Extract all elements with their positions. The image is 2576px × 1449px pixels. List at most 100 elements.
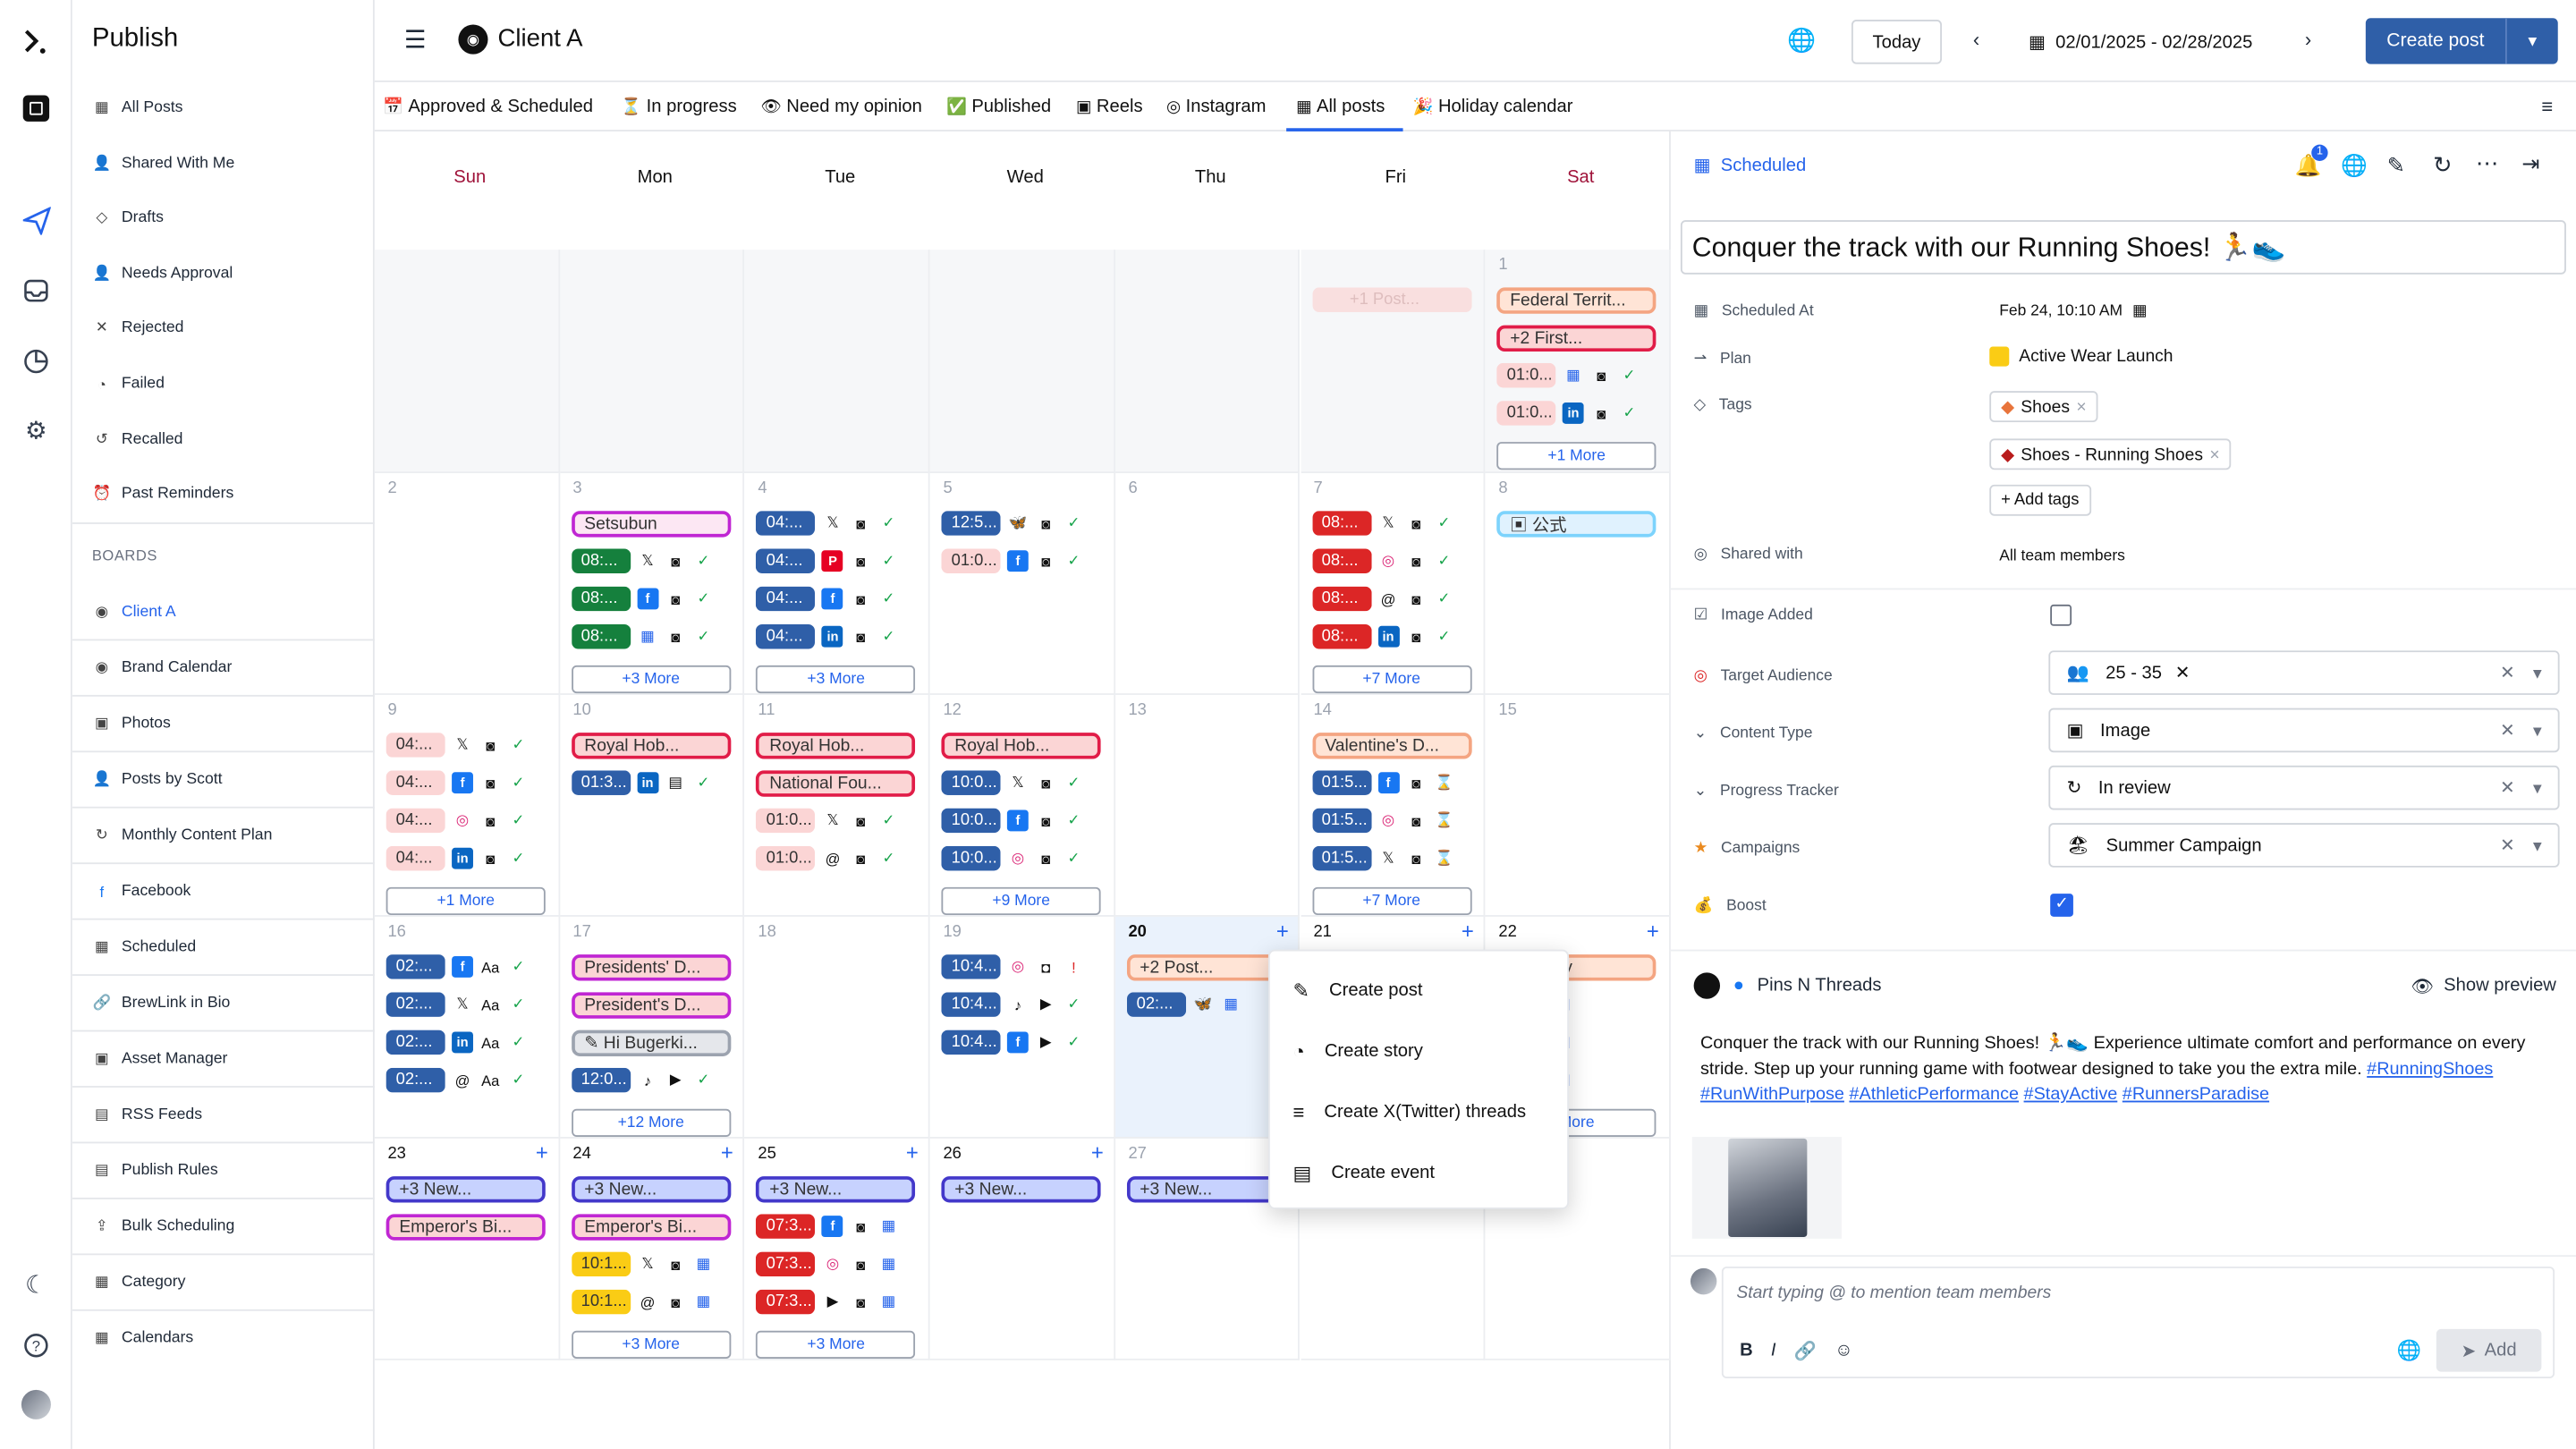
- sidebar-item-shared-with-me[interactable]: 👤 Shared With Me: [92, 154, 235, 172]
- calendar-day-cell[interactable]: 13: [1114, 694, 1301, 917]
- sidebar-item-drafts[interactable]: ◇ Drafts: [92, 209, 164, 227]
- italic-icon[interactable]: I: [1771, 1341, 1776, 1362]
- tab-need-my-opinion[interactable]: 👁 Need my opinion: [760, 97, 921, 116]
- settings-gear-icon[interactable]: ⚙: [18, 412, 54, 448]
- scheduled-post-chip[interactable]: 12:5... 🦋 ◙ ✓: [941, 511, 1085, 536]
- scheduled-post-chip[interactable]: 01:0... f ◙ ✓: [941, 548, 1085, 574]
- scheduled-post-chip[interactable]: 08:... ◎ ◙ ✓: [1311, 548, 1455, 574]
- scheduled-post-chip[interactable]: 08:... ▦ ◙ ✓: [571, 623, 715, 649]
- scheduled-post-chip[interactable]: 10:4... f ▶ ✓: [941, 1030, 1085, 1055]
- calendar-day-cell[interactable]: 23 + +3 New... Emperor's Bi...: [374, 1138, 560, 1360]
- sidebar-item-needs-approval[interactable]: 👤 Needs Approval: [92, 264, 233, 282]
- calendar-event[interactable]: Emperor's Bi...: [386, 1214, 546, 1241]
- calendar-day-cell[interactable]: [744, 250, 930, 473]
- scheduled-post-chip[interactable]: +1 Post...: [1311, 287, 1471, 312]
- scheduled-post-chip[interactable]: 07:3... ▶ ◙ ▦: [756, 1289, 900, 1315]
- tag-running-shoes[interactable]: ◆ Shoes - Running Shoes ×: [1989, 438, 2232, 470]
- calendar-event[interactable]: Emperor's Bi...: [571, 1214, 731, 1241]
- plan-value[interactable]: Active Wear Launch: [1989, 346, 2174, 367]
- calendar-event[interactable]: +3 New...: [571, 1176, 731, 1203]
- more-posts-button[interactable]: +7 More: [1311, 886, 1471, 916]
- calendar-event[interactable]: Presidents' D...: [571, 954, 731, 981]
- board-item-client-a[interactable]: ◉ Client A: [92, 603, 176, 621]
- refresh-icon[interactable]: ↻: [2433, 151, 2453, 179]
- scheduled-post-chip[interactable]: 10:1... 𝕏 ◙ ▦: [571, 1251, 715, 1277]
- next-range-chevron-icon[interactable]: ›: [2305, 28, 2311, 51]
- remove-chip-icon[interactable]: ✕: [2175, 662, 2190, 683]
- calendar-event[interactable]: +3 New...: [756, 1176, 916, 1203]
- content-type-select[interactable]: ▣ Image ✕ ▼: [2048, 708, 2560, 753]
- tab-all-posts[interactable]: ▦ All posts: [1296, 97, 1385, 116]
- clear-icon[interactable]: ✕: [2500, 719, 2515, 741]
- more-posts-button[interactable]: +9 More: [941, 886, 1101, 916]
- calendar-day-cell[interactable]: 18: [744, 916, 930, 1139]
- calendar-day-cell[interactable]: 24 + +3 New... Emperor's Bi... 10:1... 𝕏 ◙ ▦ 10:…: [559, 1138, 745, 1360]
- prev-range-chevron-icon[interactable]: ‹: [1973, 28, 1979, 51]
- board-item-photos[interactable]: ▣ Photos: [92, 715, 171, 733]
- more-posts-button[interactable]: +3 More: [571, 1330, 731, 1359]
- board-item-scheduled[interactable]: ▦ Scheduled: [92, 938, 196, 956]
- menu-hamburger-icon[interactable]: ☰: [404, 25, 427, 54]
- calendar-event[interactable]: Royal Hob...: [756, 733, 916, 759]
- clear-icon[interactable]: ✕: [2500, 777, 2515, 799]
- chevron-down-icon[interactable]: ▼: [2530, 722, 2545, 738]
- publish-app-icon[interactable]: [18, 90, 54, 126]
- scheduled-post-chip[interactable]: 07:3... ◎ ◙ ▦: [756, 1251, 900, 1277]
- show-preview-button[interactable]: 👁 Show preview: [2411, 976, 2555, 997]
- calendar-day-cell[interactable]: 16 02:... f Aa ✓ 02:... 𝕏 Aa ✓ 02:... in Aa ✓ 02:... @…: [374, 916, 560, 1139]
- scheduled-post-chip[interactable]: 10:4... ♪ ▶ ✓: [941, 992, 1085, 1017]
- scheduled-post-chip[interactable]: 04:... 𝕏 ◙ ✓: [756, 511, 900, 536]
- scheduled-post-chip[interactable]: 01:0... @ ◙ ✓: [756, 845, 900, 871]
- calendar-day-cell[interactable]: 7 08:... 𝕏 ◙ ✓ 08:... ◎ ◙ ✓ 08:... @ ◙ ✓ 08:... in ◙ ✓ +7…: [1300, 472, 1486, 695]
- board-item-facebook[interactable]: f Facebook: [92, 882, 191, 900]
- board-item-publish-rules[interactable]: ▤ Publish Rules: [92, 1162, 218, 1180]
- scheduled-post-chip[interactable]: 01:0... in ◙ ✓: [1496, 401, 1640, 426]
- scheduled-post-chip[interactable]: 01:0... 𝕏 ◙ ✓: [756, 808, 900, 834]
- more-options-icon[interactable]: ⋯: [2476, 149, 2499, 177]
- post-image-thumbnail[interactable]: [1691, 1136, 1842, 1239]
- scheduled-post-chip[interactable]: 04:... f ◙ ✓: [756, 586, 900, 612]
- send-icon[interactable]: [18, 202, 54, 238]
- calendar-day-cell[interactable]: 12 Royal Hob... 10:0... 𝕏 ◙ ✓ 10:0... f ◙ ✓ 10:0..…: [929, 694, 1115, 917]
- add-comment-button[interactable]: ➤ Add: [2436, 1328, 2542, 1372]
- add-post-plus-icon[interactable]: +: [906, 1140, 919, 1165]
- hashtag-link[interactable]: #RunnersParadise: [2123, 1084, 2269, 1104]
- sidebar-item-failed[interactable]: ◔ Failed: [92, 375, 165, 393]
- menu-create-post[interactable]: ✎ Create post: [1292, 979, 1422, 1003]
- calendar-event[interactable]: ✎ Hi Bugerki...: [571, 1030, 731, 1056]
- calendar-event[interactable]: Setsubun: [571, 511, 731, 538]
- collapse-panel-icon[interactable]: ⇥: [2521, 151, 2539, 177]
- boost-checkbox[interactable]: ✓: [2050, 894, 2073, 917]
- calendar-day-cell[interactable]: +1 Post...: [1300, 250, 1486, 473]
- tab-approved-scheduled[interactable]: 📅 Approved & Scheduled: [383, 97, 593, 116]
- calendar-day-cell[interactable]: 26 + +3 New...: [929, 1138, 1115, 1360]
- calendar-event[interactable]: +2 First...: [1496, 325, 1657, 352]
- scheduled-post-chip[interactable]: 04:... f ◙ ✓: [386, 770, 530, 795]
- link-icon[interactable]: 🔗: [1794, 1341, 1817, 1362]
- board-item-rss-feeds[interactable]: ▤ RSS Feeds: [92, 1106, 202, 1123]
- more-posts-button[interactable]: +3 More: [756, 665, 916, 694]
- scheduled-post-chip[interactable]: 01:3... in ▤ ✓: [571, 770, 715, 795]
- calendar-event[interactable]: +3 New...: [1126, 1176, 1286, 1203]
- inbox-icon[interactable]: [18, 273, 54, 309]
- scheduled-at-value[interactable]: Feb 24, 10:10 AM ▦: [1999, 302, 2147, 320]
- scheduled-post-chip[interactable]: 04:... 𝕏 ◙ ✓: [386, 733, 530, 758]
- calendar-event[interactable]: +2 Post...: [1126, 954, 1286, 981]
- scheduled-post-chip[interactable]: 01:5... 𝕏 ◙ ⌛: [1311, 845, 1455, 871]
- calendar-day-cell[interactable]: 14 Valentine's D... 01:5... f ◙ ⌛ 01:5... ◎ ◙ ⌛ 01…: [1300, 694, 1486, 917]
- calendar-day-cell[interactable]: 3 Setsubun 08:... 𝕏 ◙ ✓ 08:... f ◙ ✓ 08:... ▦ ◙ ✓ +3 M…: [559, 472, 745, 695]
- scheduled-post-chip[interactable]: 04:... in ◙ ✓: [386, 845, 530, 871]
- tab-reels[interactable]: ▣ Reels: [1076, 97, 1143, 116]
- calendar-day-cell[interactable]: 11 Royal Hob... National Fou... 01:0... 𝕏 ◙ ✓ 0…: [744, 694, 930, 917]
- scheduled-post-chip[interactable]: 04:... in ◙ ✓: [756, 623, 900, 649]
- today-button[interactable]: Today: [1851, 20, 1942, 64]
- globe-icon[interactable]: 🌐: [2341, 153, 2368, 179]
- add-post-plus-icon[interactable]: +: [1647, 919, 1659, 944]
- scheduled-post-chip[interactable]: 08:... 𝕏 ◙ ✓: [571, 548, 715, 574]
- board-item-brand-calendar[interactable]: ◉ Brand Calendar: [92, 659, 233, 677]
- scheduled-post-chip[interactable]: 10:4... ◎ ◘!: [941, 954, 1085, 979]
- menu-create-story[interactable]: ◔ Create story: [1292, 1040, 1422, 1063]
- comment-placeholder[interactable]: Start typing @ to mention team members: [1736, 1283, 2051, 1302]
- date-range-picker[interactable]: ▦ 02/01/2025 - 02/28/2025: [2002, 20, 2279, 64]
- scheduled-post-chip[interactable]: 02:... 𝕏 Aa ✓: [386, 992, 530, 1017]
